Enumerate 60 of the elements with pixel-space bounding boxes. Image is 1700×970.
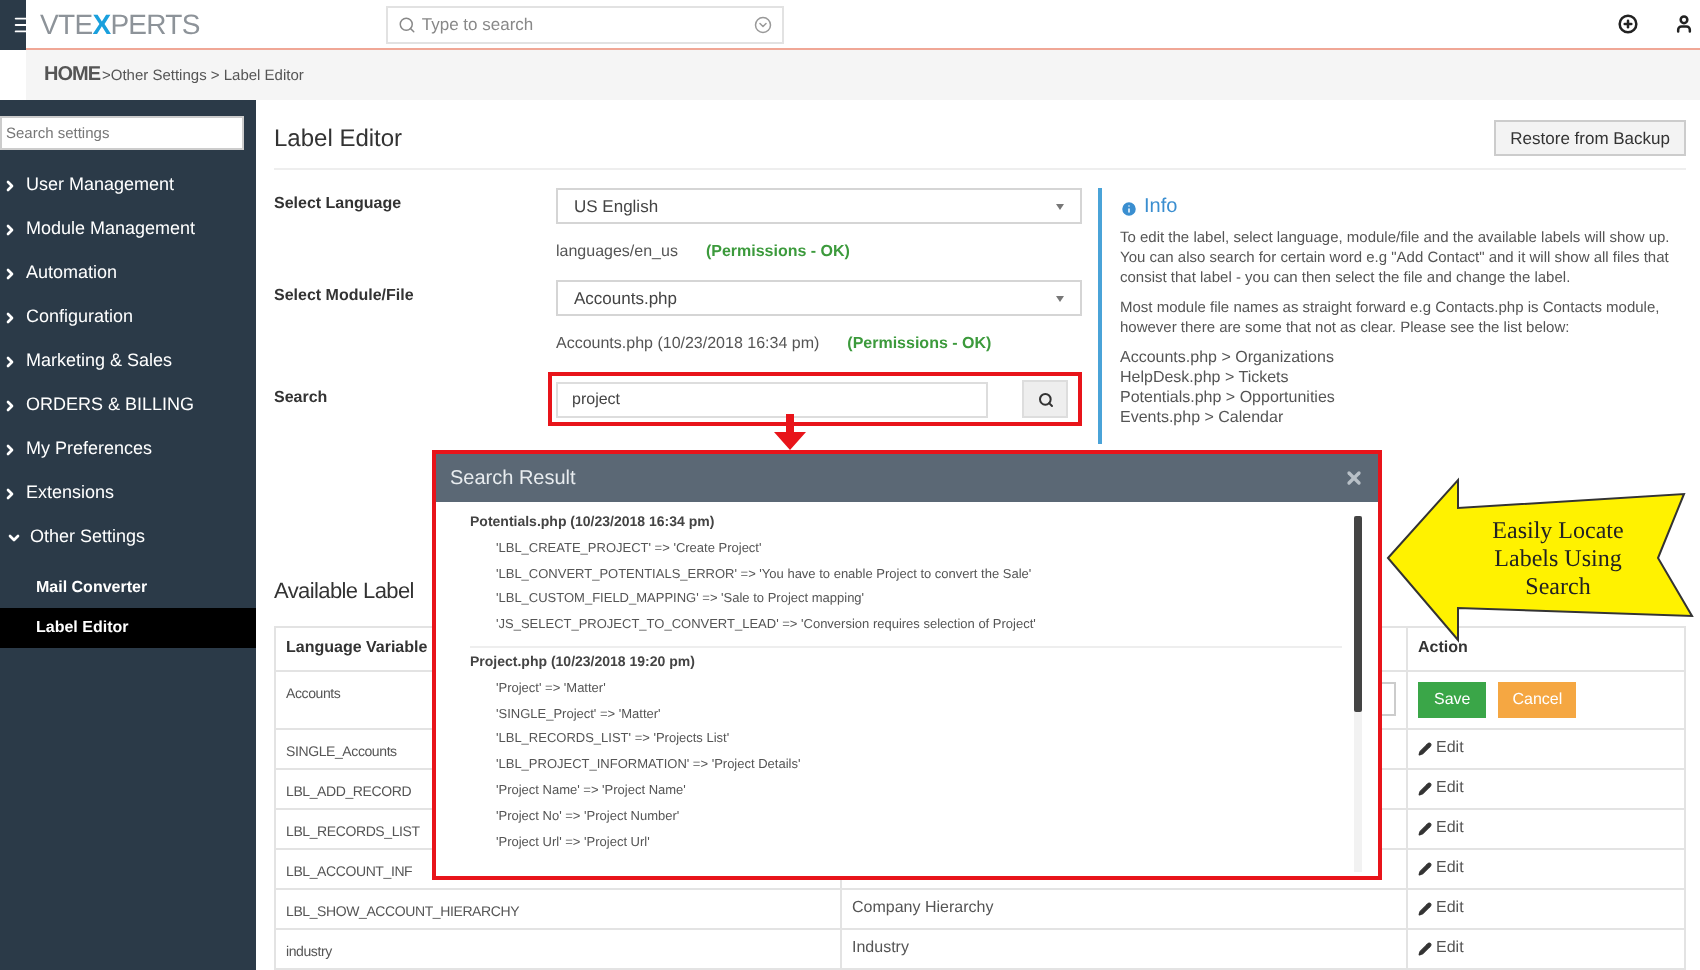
search-icon	[397, 15, 416, 33]
pencil-icon	[1418, 741, 1432, 755]
field-label: Select Module/File	[274, 284, 416, 308]
dropdown-icon	[753, 15, 772, 33]
sidebar-item[interactable]: Marketing & Sales	[0, 340, 256, 384]
close-icon[interactable]	[1344, 468, 1364, 488]
edit-link[interactable]: Edit	[1418, 896, 1464, 920]
scrollbar-thumb[interactable]	[1354, 516, 1362, 712]
mapping-line: Events.php > Calendar	[1120, 408, 1286, 428]
permissions-status: (Permissions - OK)	[847, 332, 992, 356]
dialog-title: Search Result	[450, 465, 576, 493]
page-title: Label Editor	[274, 122, 403, 156]
mapping-line: HelpDesk.php > Tickets	[1120, 368, 1291, 388]
info-icon	[1120, 199, 1138, 217]
label-search-field[interactable]: project	[556, 381, 988, 417]
edit-link[interactable]: Edit	[1418, 856, 1464, 880]
file-path: languages/en_us	[556, 240, 678, 264]
search-button[interactable]	[1022, 380, 1068, 418]
file-path: Accounts.php (10/23/2018 16:34 pm)	[556, 332, 820, 356]
restore-button[interactable]: Restore from Backup	[1494, 120, 1686, 156]
module-select[interactable]: Accounts.php	[556, 280, 1082, 316]
language-select[interactable]: US English	[556, 188, 1082, 224]
search-icon	[1037, 391, 1053, 407]
edit-link[interactable]: Edit	[1418, 736, 1464, 760]
sidebar-item[interactable]: Automation	[0, 252, 256, 296]
caret-icon	[1056, 295, 1064, 301]
edit-link[interactable]: Edit	[1418, 816, 1464, 840]
pencil-icon	[1418, 941, 1432, 955]
sidebar-item[interactable]: Configuration	[0, 296, 256, 340]
add-icon[interactable]	[1618, 14, 1638, 34]
logo: VTEXPERTS	[40, 10, 200, 38]
pencil-icon	[1418, 861, 1432, 875]
table-cell: Company Hierarchy	[852, 896, 994, 920]
sidebar-item[interactable]: Extensions	[0, 472, 256, 516]
edit-link[interactable]: Edit	[1418, 936, 1464, 960]
pencil-icon	[1418, 781, 1432, 795]
section-title: Available Label	[274, 578, 414, 608]
user-icon[interactable]	[1674, 14, 1694, 34]
breadcrumb-home[interactable]: HOME	[44, 60, 100, 90]
search-field[interactable]: Type to search	[385, 5, 784, 43]
pencil-icon	[1418, 901, 1432, 915]
info-title: Info	[1144, 198, 1178, 218]
edit-link[interactable]: Edit	[1418, 776, 1464, 800]
sidebar-item[interactable]: My Preferences	[0, 428, 256, 472]
sidebar-item[interactable]: Module Management	[0, 208, 256, 252]
mapping-line: Accounts.php > Organizations	[1120, 348, 1336, 368]
caret-icon	[1056, 203, 1064, 209]
table-cell: Industry	[852, 936, 909, 960]
field-label: Select Language	[274, 192, 404, 216]
callout-text: Easily Locate Labels Using Search	[1490, 516, 1626, 600]
sidebar-item[interactable]: User Management	[0, 164, 256, 208]
menu-button[interactable]	[0, 0, 26, 49]
sidebar-item[interactable]: ORDERS & BILLING	[0, 384, 256, 428]
pencil-icon	[1418, 821, 1432, 835]
sidebar-item[interactable]: Other Settings	[0, 516, 256, 560]
sidebar-subitem[interactable]: Label Editor	[0, 608, 256, 648]
mapping-line: Potentials.php > Opportunities	[1120, 388, 1337, 408]
sidebar-subitem[interactable]: Mail Converter	[0, 568, 256, 608]
permissions-status: (Permissions - OK)	[705, 240, 850, 264]
field-label: Search	[274, 386, 330, 410]
